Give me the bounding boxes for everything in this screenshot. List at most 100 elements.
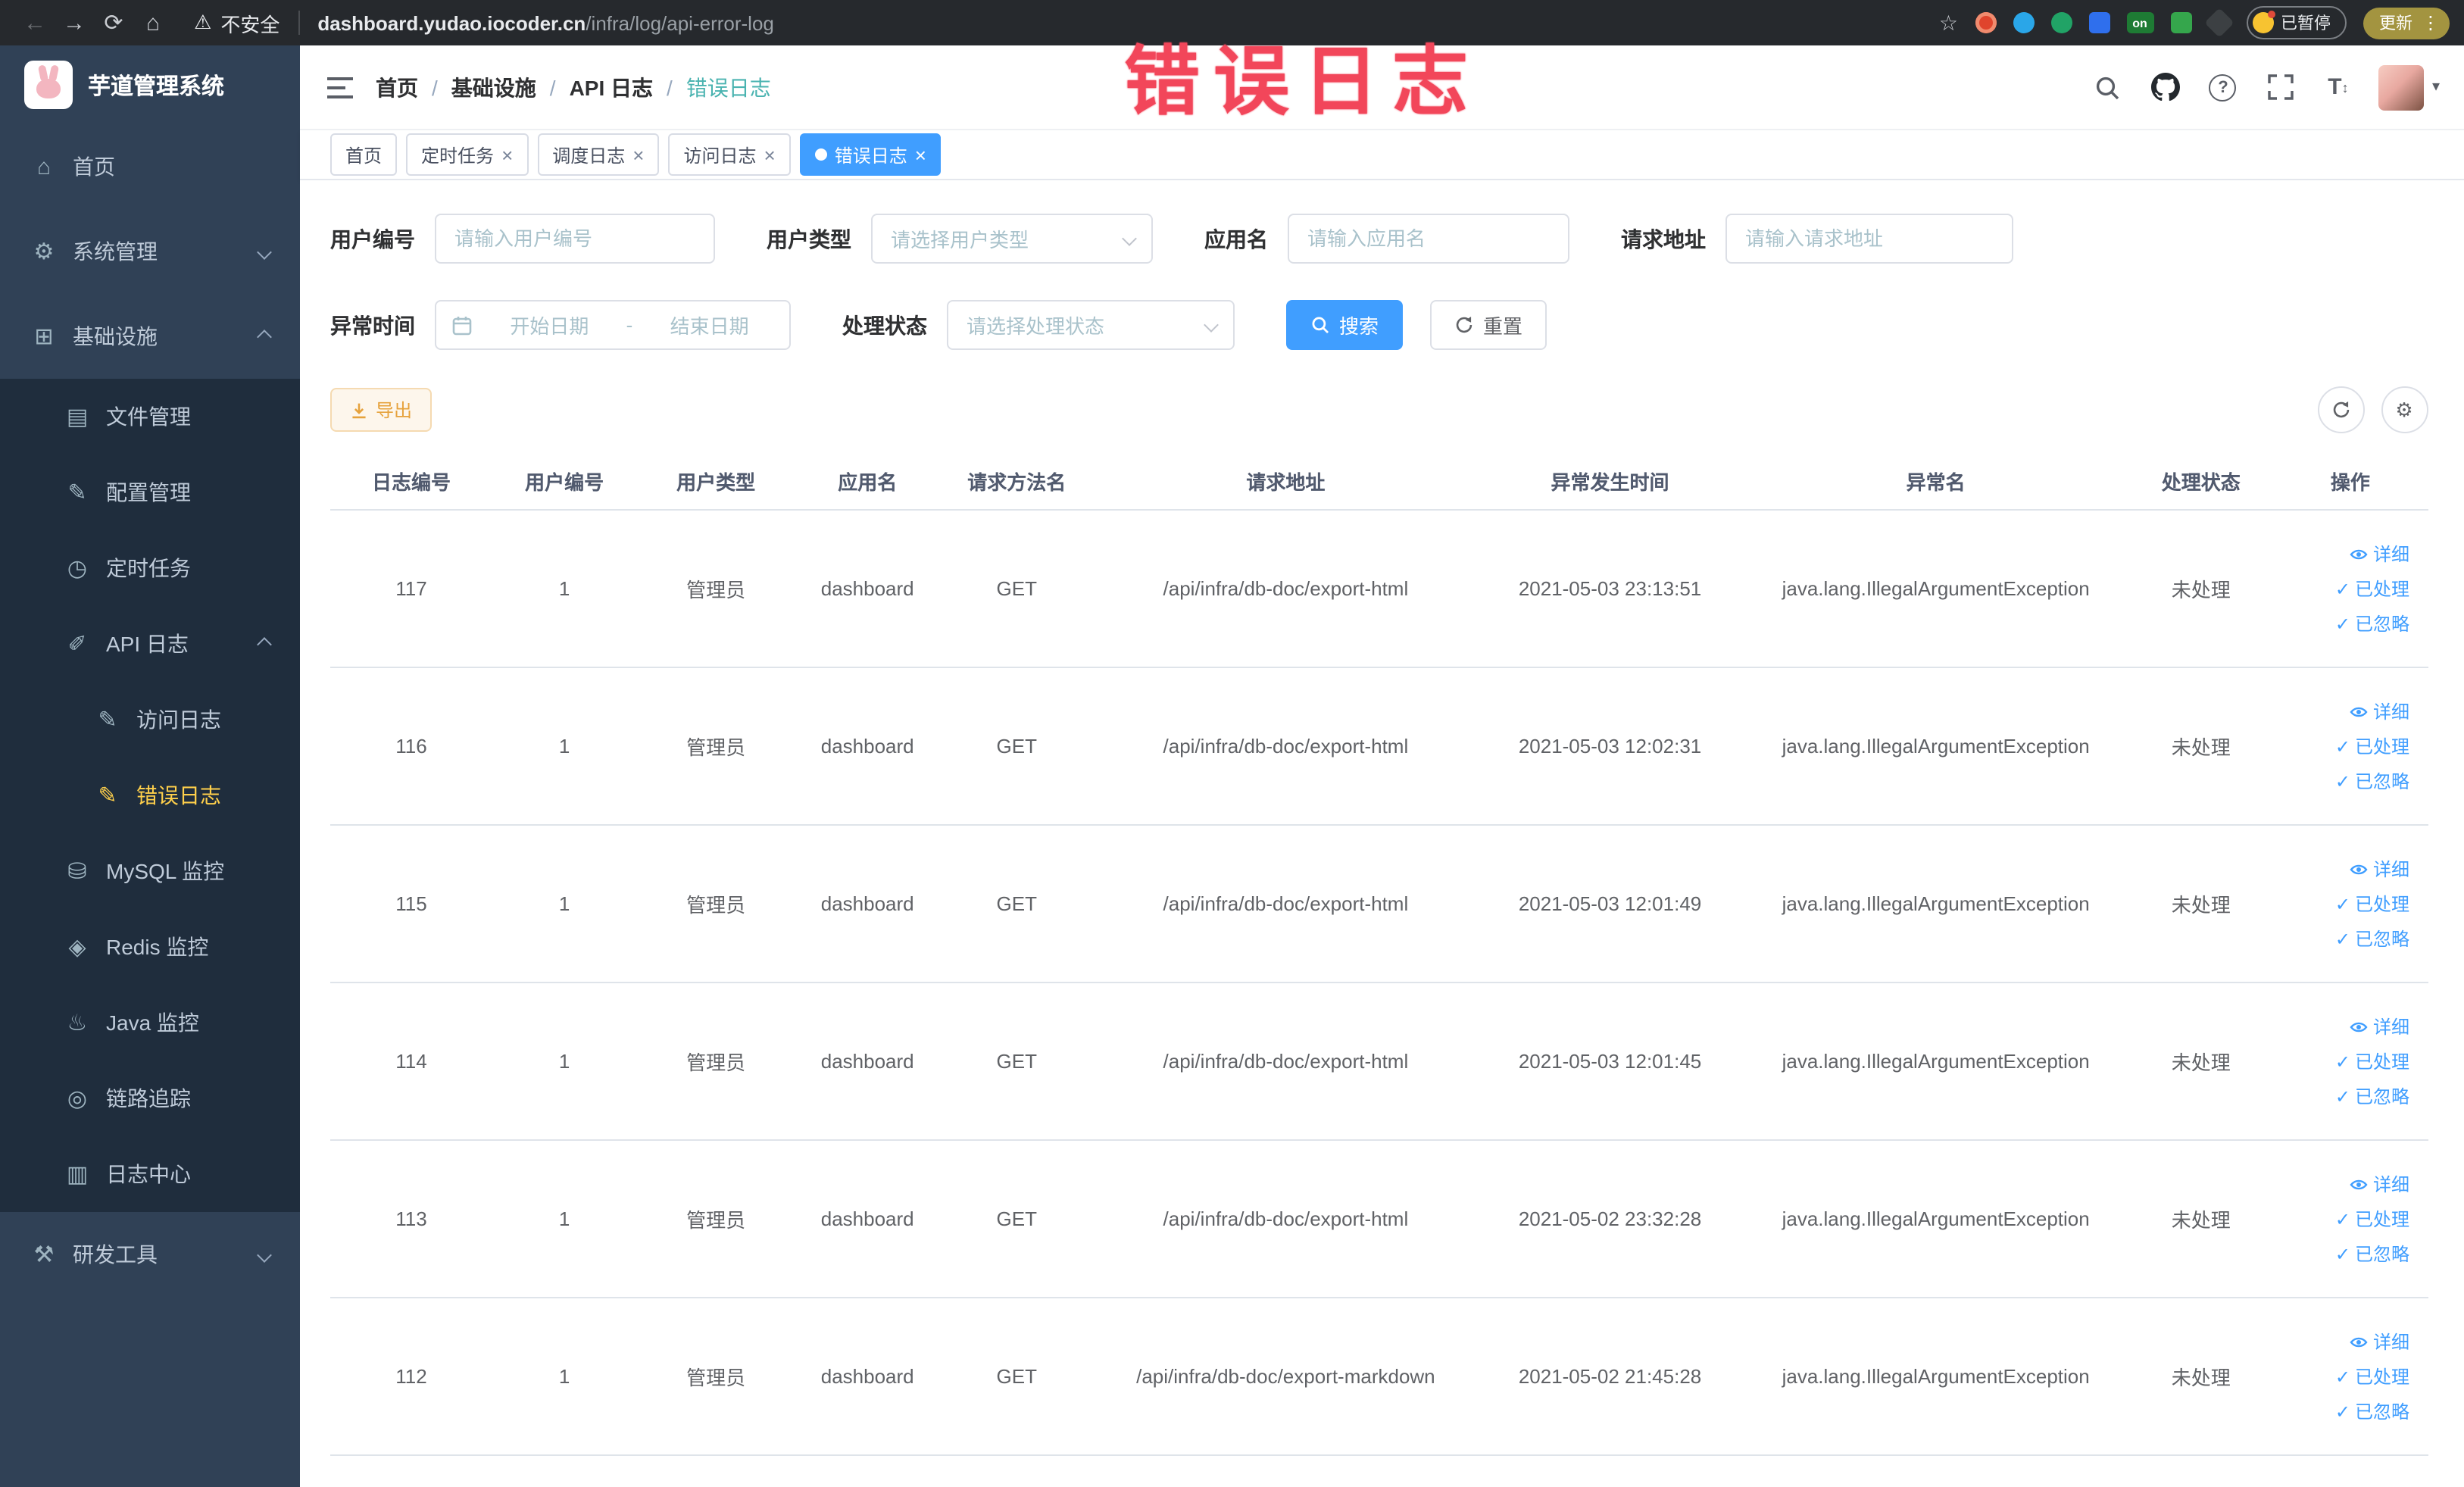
sidebar-item-api-log[interactable]: ✐ API 日志 [0,606,300,682]
browser-reload-icon[interactable]: ⟳ [94,3,133,42]
search-icon[interactable] [2091,70,2125,104]
close-icon[interactable]: × [764,145,776,164]
app-logo[interactable]: 芋道管理系统 [0,45,300,124]
file-icon: ▤ [66,405,89,430]
browser-forward-icon[interactable]: → [55,3,94,42]
sidebar-item-java-monitor[interactable]: ♨ Java 监控 [0,985,300,1061]
menu-label: API 日志 [106,632,189,656]
breadcrumb-infrastructure[interactable]: 基础设施 [451,72,536,102]
security-indicator[interactable]: ⚠ 不安全 [194,8,280,37]
extension-icon-paw[interactable] [2170,12,2191,33]
sidebar-item-infrastructure[interactable]: ⊞ 基础设施 [0,294,300,379]
sidebar-item-redis-monitor[interactable]: ◈ Redis 监控 [0,909,300,985]
sidebar-item-access-log[interactable]: ✎ 访问日志 [0,682,300,758]
tab-access-log[interactable]: 访问日志 × [668,133,791,176]
detail-link[interactable]: 详细 [2350,698,2409,724]
mark-processed-link[interactable]: ✓ 已处理 [2335,576,2409,601]
extension-icon-red[interactable] [1975,12,1996,33]
sidebar-item-dev-tools[interactable]: ⚒ 研发工具 [0,1212,300,1297]
sidebar-item-home[interactable]: ⌂ 首页 [0,124,300,209]
ignored-link-label: 已忽略 [2354,1086,2409,1107]
mark-ignored-link[interactable]: ✓ 已忽略 [2335,1083,2409,1109]
processed-link-label: 已处理 [2354,736,2409,758]
mark-ignored-link[interactable]: ✓ 已忽略 [2335,611,2409,636]
tab-label: 首页 [345,145,383,166]
col-exception-time: 异常发生时间 [1477,451,1743,511]
cell-user-type: 管理员 [636,825,796,983]
check-icon: ✓ [2334,736,2350,757]
mark-processed-link[interactable]: ✓ 已处理 [2335,733,2409,759]
browser-update-button[interactable]: 更新 ⋮ [2363,7,2449,39]
close-icon[interactable]: × [915,145,926,164]
process-status-select[interactable]: 请选择处理状态 [947,300,1235,350]
sidebar-item-config-mgmt[interactable]: ✎ 配置管理 [0,455,300,530]
reset-button[interactable]: 重置 [1430,300,1547,350]
mark-ignored-link[interactable]: ✓ 已忽略 [2335,1241,2409,1267]
tab-home[interactable]: 首页 [330,133,398,176]
sidebar-item-trace[interactable]: ◎ 链路追踪 [0,1061,300,1136]
log-center-icon: ▥ [66,1162,89,1188]
tab-scheduled-jobs[interactable]: 定时任务 × [406,133,529,176]
request-url-input[interactable] [1725,214,2013,264]
user-menu[interactable]: ▾ [2378,64,2440,110]
sidebar-item-mysql-monitor[interactable]: ⛁ MySQL 监控 [0,833,300,909]
reset-button-label: 重置 [1483,315,1523,338]
detail-link[interactable]: 详细 [2350,856,2409,882]
github-icon[interactable] [2149,70,2182,104]
font-size-icon[interactable]: T ↕ [2322,70,2355,104]
paused-badge[interactable]: 已暂停 [2246,6,2346,39]
search-button[interactable]: 搜索 [1286,300,1404,350]
extension-on-badge[interactable]: on [2126,12,2153,33]
browser-home-icon[interactable]: ⌂ [133,3,173,42]
browser-toolbar: ← → ⟳ ⌂ ⚠ 不安全 dashboard.yudao.iocoder.cn… [0,0,2464,45]
help-icon[interactable]: ? [2206,70,2240,104]
mark-processed-link[interactable]: ✓ 已处理 [2335,891,2409,917]
mark-ignored-link[interactable]: ✓ 已忽略 [2335,926,2409,951]
breadcrumb-home[interactable]: 首页 [376,72,418,102]
cell-exception-time: 2021-05-03 12:01:45 [1477,982,1743,1141]
sidebar-toggle[interactable] [300,45,361,129]
detail-link[interactable]: 详细 [2350,1014,2409,1039]
bookmark-star-icon[interactable]: ☆ [1939,10,1958,36]
close-icon[interactable]: × [632,145,644,164]
app-name-input[interactable] [1288,214,1569,264]
tab-label: 错误日志 [834,145,907,166]
detail-link[interactable]: 详细 [2350,541,2409,567]
sidebar-item-scheduled-jobs[interactable]: ◷ 定时任务 [0,530,300,606]
check-icon: ✓ [2334,1086,2350,1107]
breadcrumb-api-log[interactable]: API 日志 [570,72,653,102]
sidebar-item-error-log[interactable]: ✎ 错误日志 [0,758,300,833]
mark-processed-link[interactable]: ✓ 已处理 [2335,1206,2409,1232]
cell-user-id: 1 [492,825,637,983]
mark-ignored-link[interactable]: ✓ 已忽略 [2335,768,2409,794]
cell-process-status: 未处理 [2128,1298,2273,1456]
user-id-input[interactable] [435,214,715,264]
user-type-select[interactable]: 请选择用户类型 [871,214,1153,264]
sidebar-item-system-mgmt[interactable]: ⚙ 系统管理 [0,209,300,294]
fullscreen-icon[interactable] [2264,70,2297,104]
extension-icon-blue[interactable] [2013,12,2034,33]
close-icon[interactable]: × [501,145,513,164]
extension-icon-pinwheel[interactable] [2203,8,2234,38]
extension-icon-grid[interactable] [2088,12,2110,33]
tab-schedule-log[interactable]: 调度日志 × [537,133,660,176]
browser-menu-icon[interactable]: ⋮ [2422,12,2440,33]
mark-processed-link[interactable]: ✓ 已处理 [2335,1048,2409,1074]
detail-link[interactable]: 详细 [2350,1329,2409,1354]
mark-processed-link[interactable]: ✓ 已处理 [2335,1364,2409,1389]
sidebar-item-log-center[interactable]: ▥ 日志中心 [0,1136,300,1212]
detail-link[interactable]: 详细 [2350,1171,2409,1197]
refresh-table-button[interactable] [2317,386,2364,433]
tab-error-log[interactable]: 错误日志 × [799,133,942,176]
browser-back-icon[interactable]: ← [15,3,55,42]
cell-exception-name: java.lang.IllegalArgumentException [1742,510,2129,668]
exception-time-range-picker[interactable]: 开始日期 - 结束日期 [435,300,791,350]
mark-ignored-link[interactable]: ✓ 已忽略 [2335,1398,2409,1424]
cell-log-id: 117 [330,510,493,668]
extension-icon-green[interactable] [2050,12,2072,33]
sidebar-item-file-mgmt[interactable]: ▤ 文件管理 [0,379,300,455]
address-bar[interactable]: dashboard.yudao.iocoder.cn /infra/log/ap… [317,11,1921,34]
column-settings-button[interactable]: ⚙ [2381,386,2428,433]
export-button[interactable]: 导出 [330,388,433,432]
cell-process-status: 未处理 [2128,1140,2273,1298]
